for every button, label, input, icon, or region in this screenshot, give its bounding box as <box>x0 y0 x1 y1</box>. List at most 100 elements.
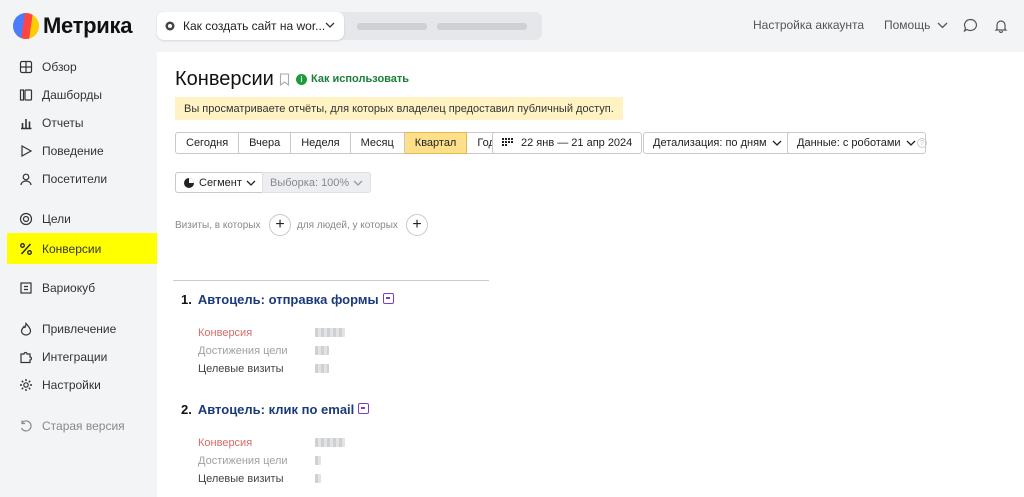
sidebar-item-label: Обзор <box>42 60 77 74</box>
sidebar-item-visitors[interactable]: Посетители <box>7 165 163 193</box>
sidebar-item-old-version[interactable]: Старая версия <box>7 412 163 440</box>
sample-label: Выборка: 100% <box>270 176 350 189</box>
blurred-value <box>315 474 321 483</box>
sidebar-item-reports[interactable]: Отчеты <box>7 109 163 137</box>
account-settings-link[interactable]: Настройка аккаунта <box>753 18 864 32</box>
sidebar-item-label: Старая версия <box>42 419 125 433</box>
metric-target-visits: Целевые визиты <box>198 363 284 375</box>
goal-number: 2. <box>181 402 192 417</box>
bar-chart-icon <box>21 119 32 130</box>
site-selector[interactable]: Как создать сайт на wor... <box>157 12 542 40</box>
grid-icon <box>19 60 33 74</box>
sidebar-item-behavior[interactable]: Поведение <box>7 137 163 165</box>
metric-achievements: Достижения цели <box>198 455 288 467</box>
date-range-label: 22 янв — 21 апр 2024 <box>521 137 633 149</box>
page-title: Конверсии <box>175 68 274 90</box>
bell-icon[interactable] <box>994 18 1008 33</box>
sample-dropdown[interactable]: Выборка: 100% <box>262 172 372 193</box>
undo-icon <box>20 420 32 432</box>
how-to-use-link[interactable]: i Как использовать <box>296 73 409 85</box>
info-icon: i <box>296 73 307 85</box>
chevron-down-icon <box>353 180 363 186</box>
target-icon <box>19 212 33 226</box>
site-dropdown[interactable]: Как создать сайт на wor... <box>157 12 344 40</box>
calendar-icon <box>502 138 513 146</box>
help-label: Помощь <box>884 18 931 32</box>
logo[interactable]: Метрика <box>13 13 132 39</box>
metric-conversion: Конверсия <box>198 327 253 339</box>
site-name: Как создать сайт на wor... <box>183 19 326 33</box>
blurred-value <box>315 456 321 465</box>
chevron-down-icon <box>325 22 335 28</box>
chevron-down-icon <box>246 180 256 186</box>
divider <box>173 280 489 281</box>
sidebar-item-label: Поведение <box>42 144 104 158</box>
sidebar-item-goals[interactable]: Цели <box>7 205 163 233</box>
chat-icon[interactable] <box>963 18 978 33</box>
blurred-counter-id <box>357 23 427 30</box>
blurred-value <box>315 346 329 355</box>
person-icon <box>20 173 32 186</box>
sidebar-item-label: Посетители <box>42 172 108 186</box>
add-people-filter-button[interactable]: + <box>406 214 428 236</box>
help-menu[interactable]: Помощь <box>884 18 948 32</box>
goal-title[interactable]: 2. Автоцель: клик по email <box>181 402 370 417</box>
chevron-down-icon <box>772 140 782 146</box>
sidebar-item-label: Настройки <box>42 378 101 392</box>
autogoal-tag-icon <box>358 403 370 414</box>
blurred-value <box>315 364 329 373</box>
sidebar-item-variocube[interactable]: Вариокуб <box>7 274 163 302</box>
data-mode-label: Данные: с роботами <box>797 137 901 149</box>
main-panel: Конверсии i Как использовать Вы просматр… <box>157 52 1024 497</box>
goal-title[interactable]: 1. Автоцель: отправка формы <box>181 292 394 307</box>
sidebar-item-label: Дашборды <box>42 88 102 102</box>
sidebar-item-label: Вариокуб <box>42 281 96 295</box>
play-icon <box>21 144 33 158</box>
period-yesterday[interactable]: Вчера <box>239 132 292 154</box>
period-month[interactable]: Месяц <box>350 132 405 154</box>
period-week[interactable]: Неделя <box>291 132 351 154</box>
autogoal-tag-icon <box>382 293 394 304</box>
metric-conversion: Конверсия <box>198 437 253 449</box>
puzzle-icon <box>20 351 33 364</box>
goal-name: Автоцель: клик по email <box>197 402 355 417</box>
sidebar-item-dashboards[interactable]: Дашборды <box>7 81 163 109</box>
public-access-notice: Вы просматриваете отчёты, для которых вл… <box>175 97 623 120</box>
segment-label: Сегмент <box>199 176 242 189</box>
detail-label: Детализация: по дням <box>653 137 767 149</box>
help-icon[interactable]: ? <box>917 138 927 148</box>
metrika-logo-icon <box>13 13 39 39</box>
dashboards-icon <box>19 89 33 101</box>
blurred-value <box>315 328 345 337</box>
segment-button[interactable]: Сегмент <box>175 172 264 193</box>
gear-icon <box>20 379 32 391</box>
date-range-picker[interactable]: 22 янв — 21 апр 2024 <box>492 132 643 154</box>
pie-chart-icon <box>184 177 194 188</box>
add-visit-filter-button[interactable]: + <box>269 214 291 236</box>
flame-icon <box>20 322 32 336</box>
period-today[interactable]: Сегодня <box>175 132 240 154</box>
goal-name: Автоцель: отправка формы <box>197 292 379 307</box>
top-bar: Метрика Как создать сайт на wor... Настр… <box>0 0 1024 52</box>
metric-achievements: Достижения цели <box>198 345 288 357</box>
sidebar-item-acquisition[interactable]: Привлечение <box>7 315 163 343</box>
detail-dropdown[interactable]: Детализация: по дням <box>643 132 792 154</box>
data-mode-dropdown[interactable]: Данные: с роботами <box>787 132 926 154</box>
sidebar-item-overview[interactable]: Обзор <box>7 53 163 81</box>
sidebar-item-conversions[interactable]: Конверсии <box>7 233 163 264</box>
sidebar-item-settings[interactable]: Настройки <box>7 371 163 399</box>
filter-people-label: для людей, у которых <box>297 220 398 231</box>
sidebar-item-label: Отчеты <box>42 116 84 130</box>
chevron-down-icon <box>906 140 916 146</box>
app-name: Метрика <box>43 13 133 38</box>
goal-number: 1. <box>181 292 192 307</box>
bookmark-icon[interactable] <box>279 73 290 86</box>
filter-visits-label: Визиты, в которых <box>175 220 261 231</box>
sidebar-item-label: Интеграции <box>42 350 108 364</box>
blurred-value <box>315 438 345 447</box>
sidebar-item-label: Цели <box>42 212 71 226</box>
period-selector: Сегодня Вчера Неделя Месяц Квартал Год <box>175 132 506 154</box>
percent-icon <box>20 242 32 255</box>
sidebar-item-integrations[interactable]: Интеграции <box>7 343 163 371</box>
period-quarter[interactable]: Квартал <box>404 132 468 154</box>
